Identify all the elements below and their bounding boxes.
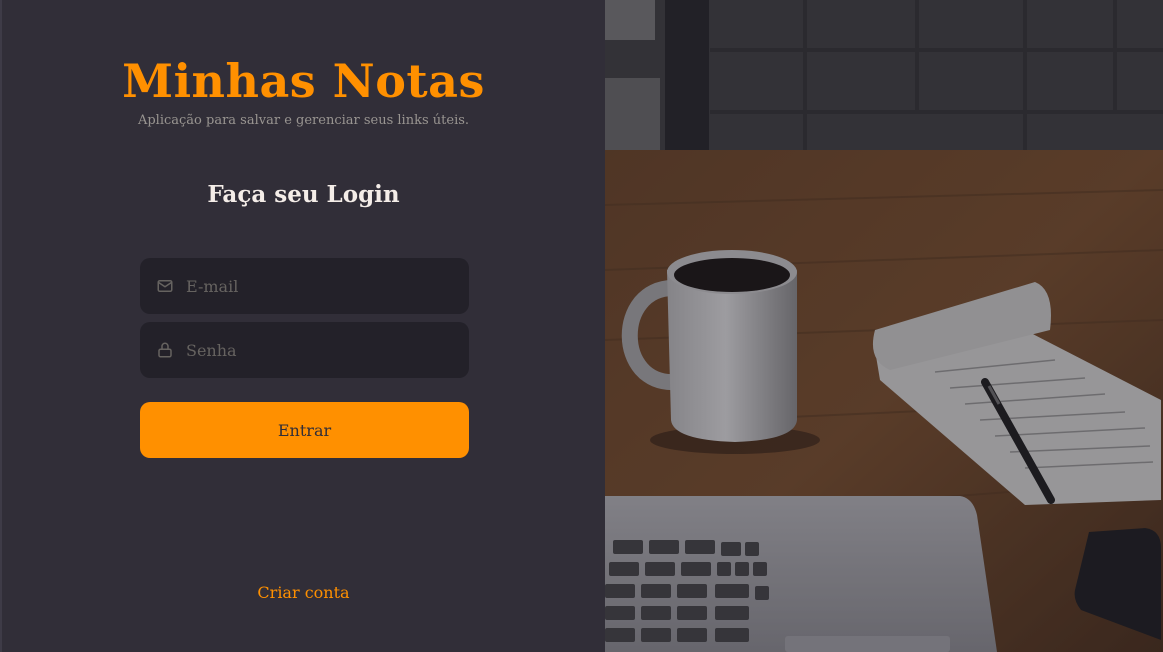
background-photo xyxy=(605,0,1163,652)
login-panel: Minhas Notas Aplicação para salvar e ger… xyxy=(0,0,605,652)
login-page: Minhas Notas Aplicação para salvar e ger… xyxy=(0,0,1163,652)
create-account-link[interactable]: Criar conta xyxy=(2,582,605,604)
app-subtitle: Aplicação para salvar e gerenciar seus l… xyxy=(137,113,470,128)
submit-button[interactable]: Entrar xyxy=(140,402,469,458)
email-input[interactable] xyxy=(186,258,469,314)
lock-icon xyxy=(156,341,174,359)
email-field[interactable] xyxy=(140,258,469,314)
app-title: Minhas Notas xyxy=(122,54,485,108)
mail-icon xyxy=(156,277,174,295)
desk-scene-illustration xyxy=(605,0,1163,652)
password-input[interactable] xyxy=(186,322,469,378)
password-field[interactable] xyxy=(140,322,469,378)
login-heading: Faça seu Login xyxy=(207,181,400,208)
